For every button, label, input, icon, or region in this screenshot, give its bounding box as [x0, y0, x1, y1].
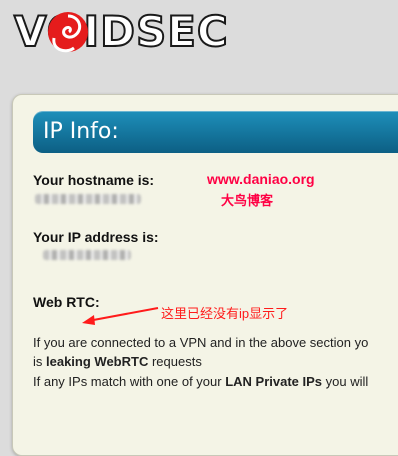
leaking-webrtc-text: leaking WebRTC [46, 354, 149, 369]
line2-suffix: requests [148, 354, 202, 369]
watermark-url: www.daniao.org [207, 171, 315, 187]
line3-suffix: you will [322, 374, 369, 389]
ip-address-value-redacted [43, 250, 131, 260]
line3-prefix: If any IPs match with one of your [33, 374, 226, 389]
webrtc-description-line2: is leaking WebRTC requests [33, 354, 202, 369]
card-title: IP Info: [43, 119, 119, 144]
lan-private-ips-text: LAN Private IPs [225, 374, 323, 389]
card-title-bar: IP Info: [33, 111, 398, 153]
line2-prefix: is [33, 354, 46, 369]
annotation-arrow-icon [82, 307, 159, 325]
hostname-label: Your hostname is: [33, 172, 155, 188]
voidsec-logo[interactable]: VOIDSEC [13, 4, 229, 60]
watermark-name: 大鸟博客 [221, 193, 274, 208]
webrtc-description-line3: If any IPs match with one of your LAN Pr… [33, 374, 368, 389]
hostname-value-redacted [35, 194, 141, 204]
annotation-text: 这里已经没有ip显示了 [161, 306, 289, 321]
ip-info-card: IP Info: Your hostname is: Your IP addre… [12, 94, 398, 456]
swirl-icon [48, 12, 88, 53]
webrtc-description-line1: If you are connected to a VPN and in the… [33, 335, 369, 350]
ip-address-label: Your IP address is: [33, 229, 159, 245]
